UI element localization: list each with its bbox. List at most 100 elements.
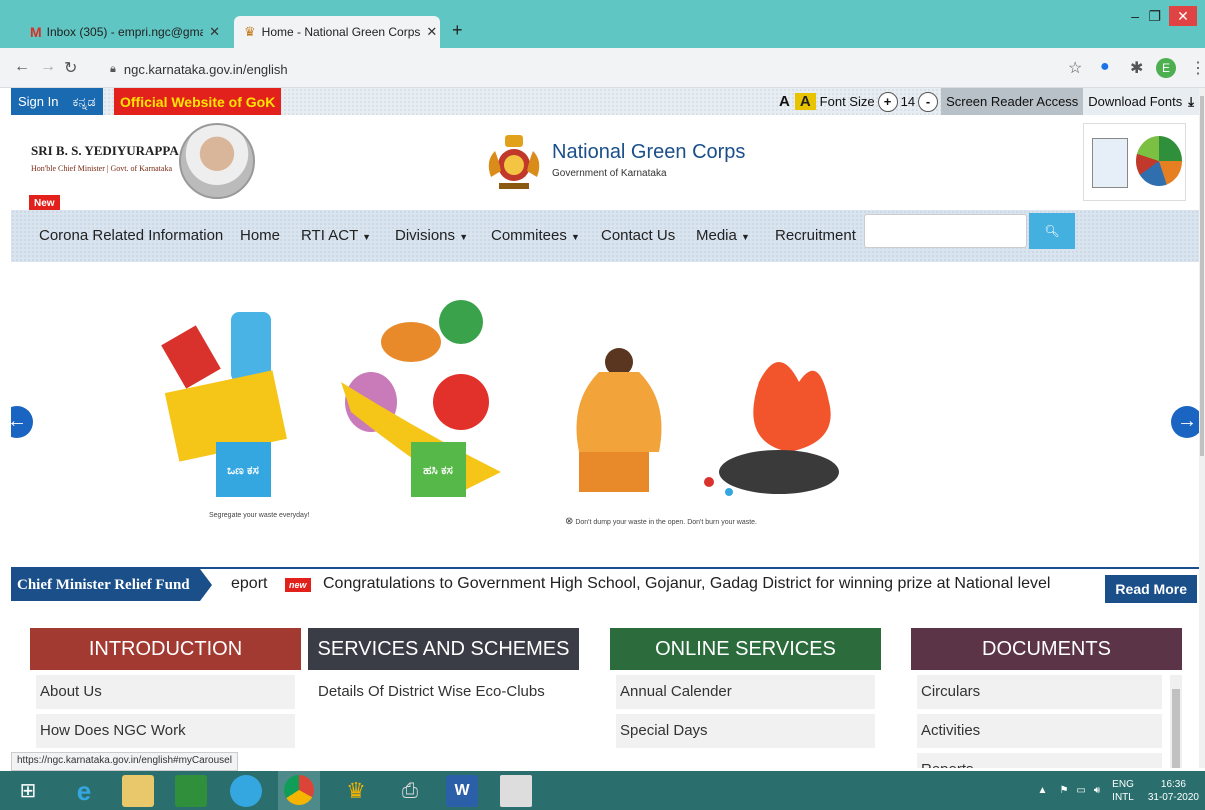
tray-expand-icon[interactable]: ▲ xyxy=(1038,785,1048,796)
font-size-label: Font Size xyxy=(819,94,875,109)
documents-scrollbar[interactable] xyxy=(1170,675,1182,768)
language-indicator[interactable]: ENG INTL xyxy=(1112,778,1134,804)
font-decrease-button[interactable]: - xyxy=(918,91,939,112)
kannada-link[interactable]: ಕನ್ನಡ xyxy=(65,94,102,110)
chrome-taskbar-slot[interactable] xyxy=(278,771,320,810)
close-icon[interactable]: ✕ xyxy=(420,24,437,40)
tab-ngc-label: Home - National Green Corps xyxy=(261,25,421,39)
download-fonts-link[interactable]: Download Fonts ⤓ xyxy=(1083,88,1199,115)
main-navigation: Corona Related Information Home RTI ACT … xyxy=(11,210,1199,262)
tab-ngc-home[interactable]: ♛ Home - National Green Corps ✕ xyxy=(234,16,440,48)
reports-link[interactable]: Reports xyxy=(917,753,1162,768)
page-scrollbar[interactable] xyxy=(1199,88,1205,768)
read-more-button[interactable]: Read More xyxy=(1105,575,1197,603)
nav-home[interactable]: Home xyxy=(240,227,280,244)
dont-burn-caption: ⊗ Don't dump your waste in the open. Don… xyxy=(565,516,757,527)
forward-icon[interactable]: → xyxy=(40,58,56,76)
back-icon[interactable]: ← xyxy=(14,58,30,76)
window-close-icon[interactable]: ✕ xyxy=(1169,6,1197,26)
windows-start-icon[interactable]: ⊞ xyxy=(12,775,44,807)
nav-divisions[interactable]: Divisions ▼ xyxy=(395,227,468,244)
page-scrollbar-thumb[interactable] xyxy=(1200,96,1204,456)
karnataka-emblem-icon: ♛ xyxy=(244,24,256,39)
green-corps-logo[interactable] xyxy=(1136,136,1182,186)
kannada-app-icon[interactable]: ♛ xyxy=(340,775,372,807)
reload-icon[interactable]: ↻ xyxy=(64,58,77,78)
close-icon[interactable]: ✕ xyxy=(203,24,220,40)
nav-contact-us[interactable]: Contact Us xyxy=(601,227,675,244)
gmail-icon: M xyxy=(30,24,42,40)
panel-heading: SERVICES AND SCHEMES xyxy=(308,628,579,670)
empri-logo[interactable] xyxy=(1092,138,1128,188)
printer-icon[interactable]: ⎙ xyxy=(394,775,426,807)
file-explorer-icon[interactable] xyxy=(122,775,154,807)
segregate-caption: Segregate your waste everyday! xyxy=(209,512,310,519)
sign-in-link[interactable]: Sign In xyxy=(11,94,65,109)
new-tab-button[interactable]: + xyxy=(452,20,463,41)
font-normal-button[interactable]: A xyxy=(774,93,795,110)
official-website-badge[interactable]: Official Website of GoK xyxy=(114,88,282,115)
lock-icon: 🔒︎ xyxy=(110,62,116,75)
carousel-next-icon[interactable]: → xyxy=(1171,406,1199,438)
profile-avatar[interactable]: E xyxy=(1156,58,1176,78)
how-ngc-works-link[interactable]: How Does NGC Work xyxy=(36,714,295,748)
word-icon[interactable]: W xyxy=(446,775,478,807)
circulars-link[interactable]: Circulars xyxy=(917,675,1162,709)
star-icon[interactable]: ☆ xyxy=(1068,58,1082,78)
volume-icon[interactable]: 🔊︎ xyxy=(1094,785,1100,796)
extension-o-icon[interactable]: ● xyxy=(1100,58,1110,76)
scrollbar-thumb[interactable] xyxy=(1172,689,1180,768)
panel-body: Annual Calender Special Days xyxy=(610,670,881,758)
dont-burn-caption-text: Don't dump your waste in the open. Don't… xyxy=(575,519,758,526)
minimize-icon[interactable]: – xyxy=(1131,8,1139,24)
font-high-contrast-button[interactable]: A xyxy=(794,93,816,110)
news-ticker: eport new Congratulations to Government … xyxy=(11,567,1199,603)
font-increase-button[interactable]: + xyxy=(877,91,898,112)
search-button[interactable]: 🔍︎ xyxy=(1029,213,1075,249)
nav-commitees[interactable]: Commitees ▼ xyxy=(491,227,580,244)
caret-down-icon: ▼ xyxy=(362,232,372,242)
cm-relief-fund-link[interactable]: Chief Minister Relief Fund xyxy=(11,569,212,601)
nav-label: Corona Related Information xyxy=(39,227,224,244)
network-icon[interactable]: ▭ xyxy=(1076,785,1085,796)
ticker-news-link[interactable]: Congratulations to Government High Schoo… xyxy=(323,575,1050,593)
dry-bin-text: ಒಣ ಕಸ xyxy=(227,463,259,477)
cross-circle-icon: ⊗ xyxy=(565,516,574,527)
nav-corona-info[interactable]: Corona Related Information xyxy=(39,227,223,244)
karnataka-emblem-logo[interactable] xyxy=(479,127,549,197)
panel-heading: INTRODUCTION xyxy=(30,628,301,670)
store-icon[interactable] xyxy=(175,775,207,807)
address-bar[interactable]: 🔒︎ ngc.karnataka.gov.in/english xyxy=(110,56,1060,82)
document-viewer-icon[interactable] xyxy=(500,775,532,807)
ie-browser-icon[interactable]: e xyxy=(68,775,100,807)
flag-icon[interactable]: ⚑ xyxy=(1059,785,1068,796)
search-input[interactable] xyxy=(864,214,1027,248)
download-fonts-label: Download Fonts xyxy=(1088,94,1183,109)
panel-body: Circulars Activities Reports xyxy=(911,670,1182,768)
annual-calender-link[interactable]: Annual Calender xyxy=(616,675,875,709)
site-title[interactable]: National Green Corps xyxy=(552,141,745,164)
activities-link[interactable]: Activities xyxy=(917,714,1162,748)
puzzle-icon[interactable]: ✱ xyxy=(1130,58,1143,78)
restore-icon[interactable]: ❐ xyxy=(1148,8,1161,25)
browser-tab-bar: M Inbox (305) - empri.ngc@gmail.c ✕ ♛ Ho… xyxy=(0,0,1205,48)
segregate-waste-illustration: ಒಣ ಕಸ ಹಸಿ ಕಸ xyxy=(161,300,501,497)
app-circle-icon[interactable] xyxy=(230,775,262,807)
nav-rti-act[interactable]: RTI ACT ▼ xyxy=(301,227,371,244)
menu-kebab-icon[interactable]: ⋮ xyxy=(1190,58,1205,78)
eco-clubs-link[interactable]: Details Of District Wise Eco-Clubs xyxy=(314,675,573,709)
nav-media[interactable]: Media ▼ xyxy=(696,227,750,244)
nav-label: Contact Us xyxy=(601,227,676,244)
panel-body: Details Of District Wise Eco-Clubs xyxy=(308,670,579,719)
screen-reader-link[interactable]: Screen Reader Access xyxy=(941,88,1084,115)
nav-recruitment[interactable]: Recruitment xyxy=(775,227,856,244)
special-days-link[interactable]: Special Days xyxy=(616,714,875,748)
tab-gmail-label: Inbox (305) - empri.ngc@gmail.c xyxy=(46,25,204,39)
accessibility-strip: Sign In ಕನ್ನಡ Official Website of GoK A … xyxy=(11,88,1199,115)
about-us-link[interactable]: About Us xyxy=(36,675,295,709)
dont-burn-illustration xyxy=(576,348,839,496)
carousel-prev-icon[interactable]: ← xyxy=(11,406,33,438)
cm-title: Hon'ble Chief Minister | Govt. of Karnat… xyxy=(31,164,173,173)
tab-gmail[interactable]: M Inbox (305) - empri.ngc@gmail.c ✕ xyxy=(20,16,230,48)
clock[interactable]: 16:36 31-07-2020 xyxy=(1148,778,1199,804)
